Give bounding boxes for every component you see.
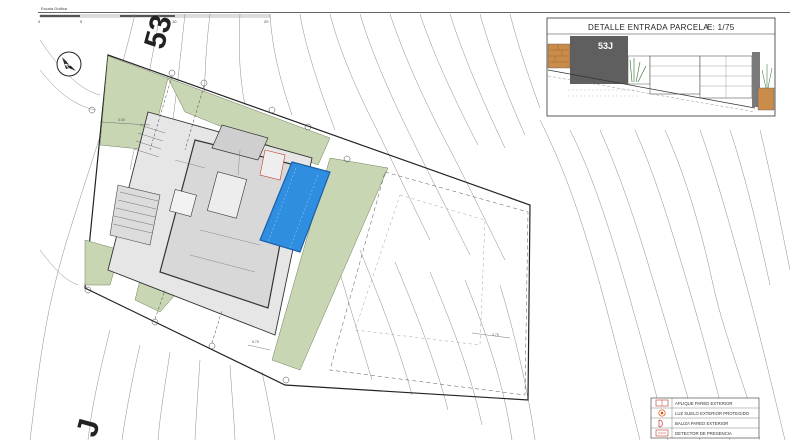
plot-letter-bottom: J bbox=[70, 416, 106, 440]
legend-label-2: BALIZA PARED EXTERIOR bbox=[675, 421, 728, 426]
scale-tick-3: 20 bbox=[264, 19, 269, 24]
gate-pedestrian bbox=[649, 55, 701, 95]
site-plan: Escala Gráfica 0 5 10 20 3.00 5.70 3.70 … bbox=[0, 0, 790, 440]
detail-title: DETALLE ENTRADA PARCELA bbox=[588, 23, 709, 32]
house-number-plate: 53J bbox=[598, 41, 613, 51]
legend-label-3: DETECTOR DE PRESENCIA bbox=[675, 431, 732, 436]
parking-inner bbox=[354, 194, 486, 346]
detail-panel: DETALLE ENTRADA PARCELA E: 1/75 53J bbox=[546, 17, 776, 117]
legend-wall-light-icon bbox=[655, 399, 669, 407]
dimension-label-2: 3.70 bbox=[492, 333, 499, 337]
scale-tick-0: 0 bbox=[38, 19, 41, 24]
dimension-label-1: 5.70 bbox=[252, 340, 259, 344]
legend-motion-sensor-icon bbox=[655, 429, 669, 437]
scale-bar-label: Escala Gráfica bbox=[41, 6, 68, 11]
scale-tick-1: 5 bbox=[80, 19, 83, 24]
legend-label-0: APLIQUE PARED EXTERIOR bbox=[675, 401, 732, 406]
legend: APLIQUE PARED EXTERIOR LUZ SUELO EXTERIO… bbox=[650, 397, 760, 439]
legend-floor-light-icon bbox=[658, 409, 666, 417]
dimension-label-0: 3.00 bbox=[118, 118, 125, 122]
legend-label-1: LUZ SUELO EXTERIOR PROTEGIDO bbox=[675, 411, 750, 416]
detail-scale: E: 1/75 bbox=[707, 23, 735, 32]
plot-number-top: 53 bbox=[138, 12, 179, 53]
stone-pillar-right bbox=[757, 87, 775, 111]
site-plan-drawing: Escala Gráfica 0 5 10 20 3.00 5.70 3.70 … bbox=[29, 6, 790, 440]
north-arrow: N bbox=[56, 51, 82, 77]
